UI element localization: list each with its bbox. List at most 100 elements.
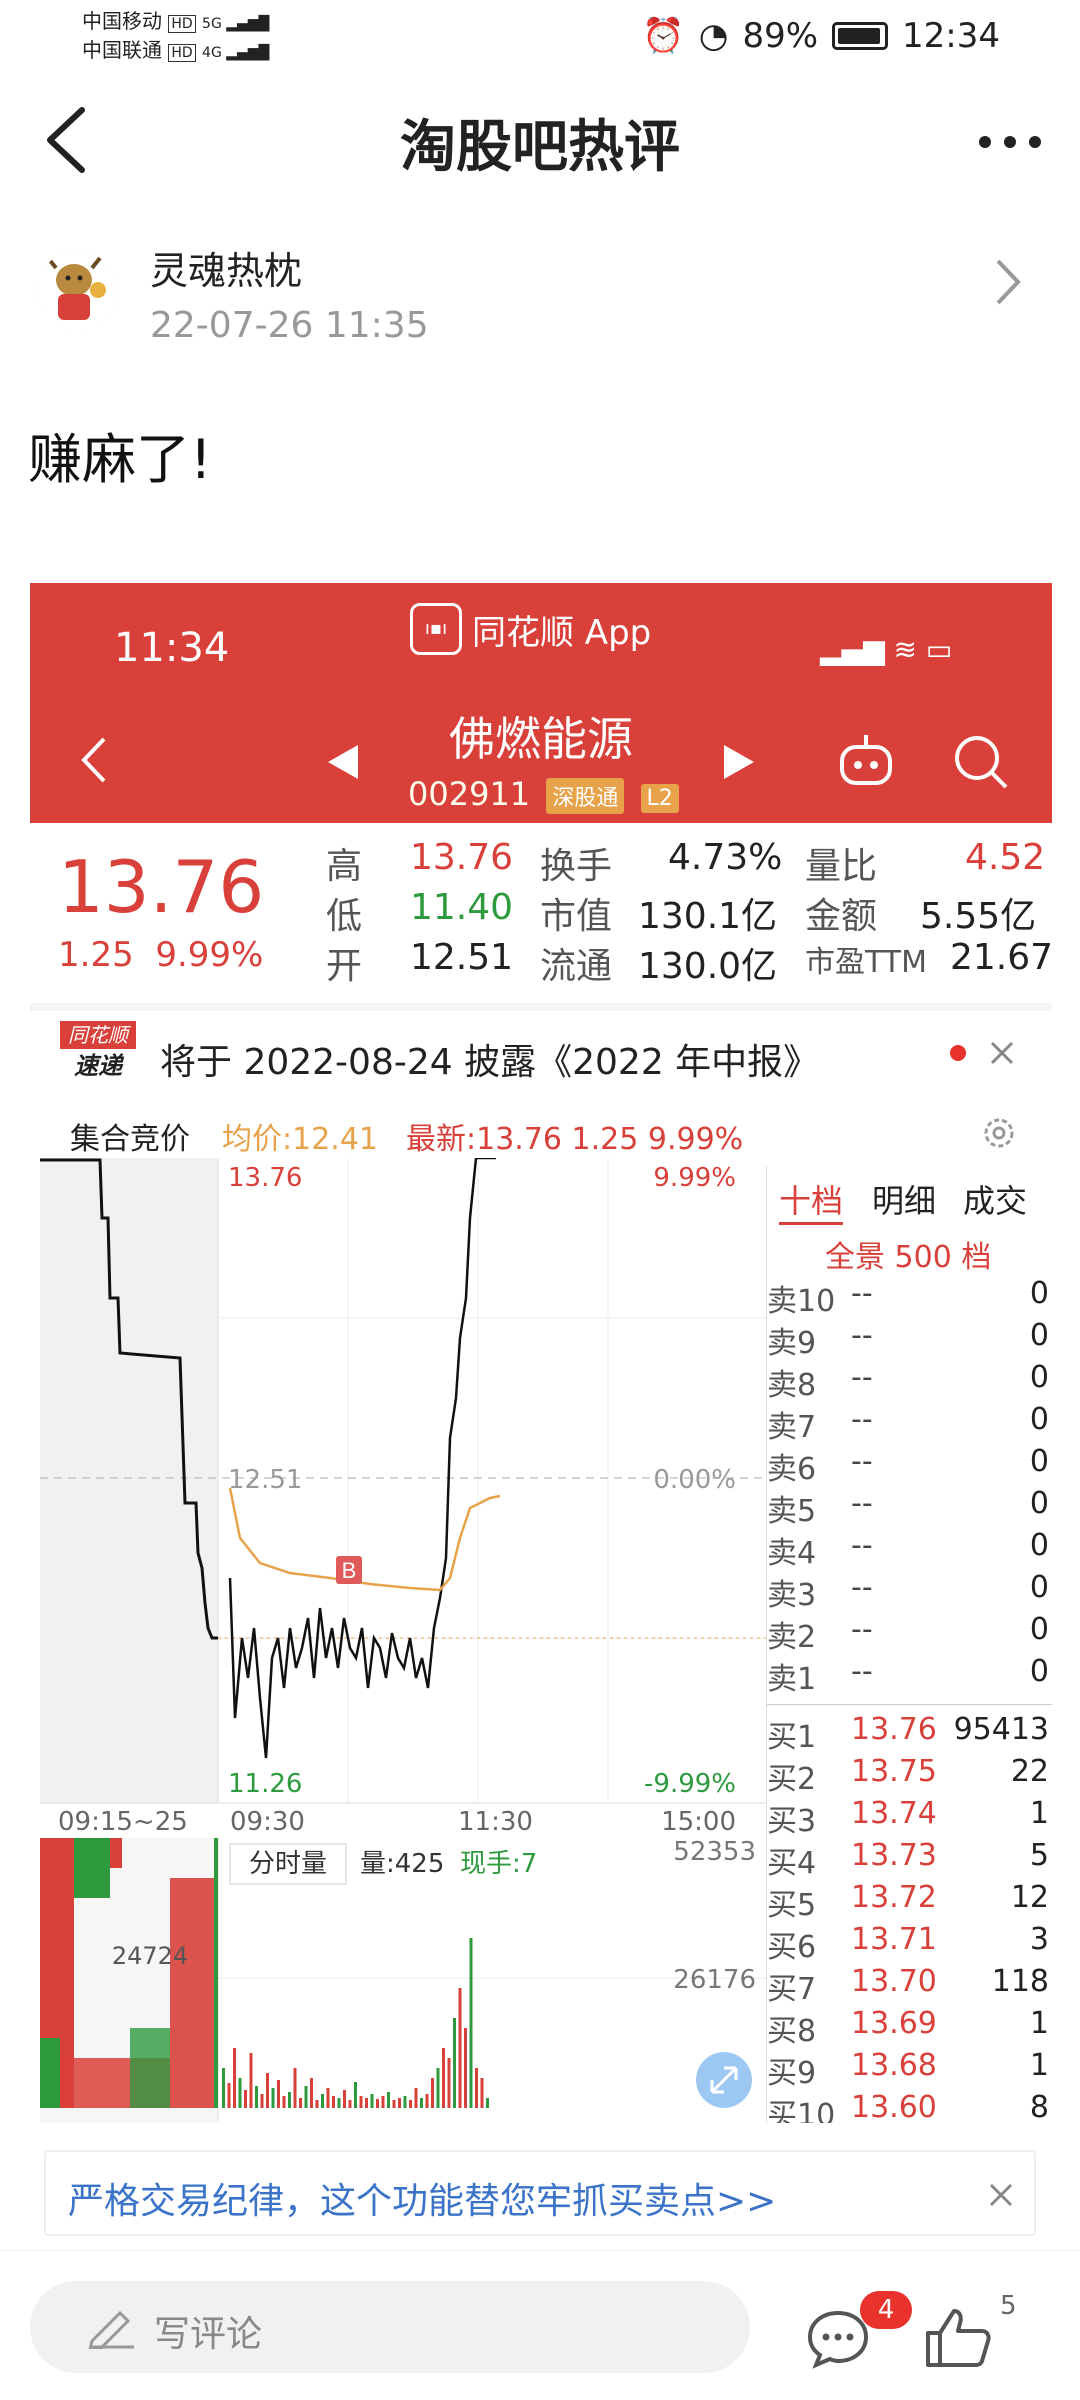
mid-price-label: 12.51 [228, 1465, 302, 1495]
avatar[interactable] [38, 250, 118, 330]
more-icon [979, 136, 1041, 148]
volume-bar [271, 2088, 275, 2108]
bottom-bar: 写评论 4 5 [0, 2250, 1080, 2400]
hand-label: 现手:7 [460, 1849, 537, 1879]
chevron-right-icon[interactable] [992, 255, 1022, 309]
volume-bar [343, 2090, 346, 2108]
volume-bar [365, 2098, 368, 2108]
volume-bar [321, 2094, 324, 2108]
promo-close-icon[interactable] [986, 2180, 1016, 2210]
post-image[interactable]: 11:34 ı▪ı 同花顺 App ▂▄▆ ≋ ▭ 佛燃能源 002911 深股… [30, 583, 1052, 2123]
app-logo-icon: ı▪ı [410, 603, 462, 655]
volume-bar [392, 2100, 396, 2108]
stat-value: 4.52 [965, 837, 1046, 878]
volume-bar [464, 2028, 467, 2108]
volume-bar [425, 2094, 429, 2108]
app-time: 11:34 [114, 625, 230, 671]
volume-bar [244, 2090, 247, 2108]
volume-bar [277, 2080, 280, 2108]
clock: 12:34 [902, 16, 1000, 56]
like-icon[interactable] [924, 2305, 992, 2369]
buy-level-row: 买1 13.76 95413 [767, 1710, 1052, 1755]
tab-trades[interactable]: 成交 [963, 1176, 1027, 1222]
low-pct-label: -9.99% [644, 1769, 736, 1799]
level-volume: 3 [1029, 1922, 1049, 1957]
author-name[interactable]: 灵魂热枕 [150, 240, 302, 295]
volume-bar [381, 2096, 385, 2108]
volume-bar [354, 2082, 357, 2108]
level-volume: 95413 [953, 1712, 1049, 1747]
vol-mid-label: 26176 [673, 1965, 756, 1995]
volume-bar [431, 2078, 434, 2108]
price-change-value: 1.25 [58, 935, 134, 975]
buy-level-row: 买5 13.72 12 [767, 1878, 1052, 1923]
more-button[interactable] [975, 122, 1045, 162]
tab-detail[interactable]: 明细 [872, 1176, 936, 1222]
level-price: 13.70 [851, 1964, 937, 1999]
level-price: 13.73 [851, 1838, 937, 1873]
level-label: 买3 [767, 1804, 817, 1839]
volume-bar [370, 2094, 374, 2108]
volume-bar [238, 2078, 242, 2108]
sell-level-row: 卖3 -- 0 [767, 1568, 1052, 1613]
volume-bar [326, 2088, 330, 2108]
battery-icon [832, 22, 889, 50]
carrier-2: 中国联通 [82, 38, 162, 62]
volume-bar [348, 2100, 352, 2108]
tab-ten-level[interactable]: 十档 [779, 1176, 844, 1225]
sell-level-row: 卖7 -- 0 [767, 1400, 1052, 1445]
buy-level-row: 买2 13.75 22 [767, 1752, 1052, 1797]
level-volume: 0 [1029, 1360, 1049, 1395]
level-label: 买5 [767, 1888, 817, 1923]
last-price: 13.76 [58, 845, 265, 929]
chart-header: 集合竞价 均价:12.41 最新:13.76 1.25 9.99% [30, 1108, 1052, 1158]
badge-l2: L2 [640, 784, 679, 813]
avg-price-label: 均价:12.41 [222, 1122, 378, 1157]
alarm-icon: ⏰ [642, 16, 685, 56]
level-label: 卖5 [767, 1494, 817, 1529]
volume-bar [436, 2068, 440, 2108]
status-bar: 中国移动 HD 5G ▂▄▆█ 中国联通 HD 4G ▂▄▆█ ⏰ ◔ 89% … [0, 0, 1080, 72]
quote-panel: 13.76 1.25 9.99% 高 13.76 换手 4.73% 量比 4.5… [30, 823, 1052, 993]
level-volume: 1 [1029, 1796, 1049, 1831]
order-all-label[interactable]: 全景 500 档 [825, 1232, 991, 1276]
stat-value: 5.55亿 [920, 896, 1037, 937]
level-volume: 1 [1029, 2006, 1049, 2041]
promo-text[interactable]: 严格交易纪律，这个功能替您牢抓买卖点>> [68, 2172, 776, 2224]
buy-level-row: 买10 13.60 8 [767, 2088, 1052, 2123]
volume-bar [486, 2098, 489, 2108]
level-label: 卖10 [767, 1284, 836, 1319]
volume-bar [227, 2083, 231, 2108]
level-price: -- [851, 1360, 873, 1395]
notice-text: 将于 2022-08-24 披露《2022 年中报》 [160, 1042, 820, 1083]
carrier-1: 中国移动 [82, 9, 162, 33]
level-price: -- [851, 1612, 873, 1647]
top-price-label: 13.76 [228, 1163, 302, 1193]
level-volume: 8 [1029, 2090, 1049, 2123]
volume-bar [266, 2073, 269, 2108]
level-price: -- [851, 1528, 873, 1563]
promo-banner[interactable]: 严格交易纪律，这个功能替您牢抓买卖点>> [44, 2150, 1036, 2236]
buy-level-row: 买7 13.70 118 [767, 1962, 1052, 2007]
sell-level-row: 卖5 -- 0 [767, 1484, 1052, 1529]
app-header: 11:34 ı▪ı 同花顺 App ▂▄▆ ≋ ▭ 佛燃能源 002911 深股… [30, 583, 1052, 823]
stat-label: 开 [326, 946, 363, 987]
level-volume: 0 [1029, 1276, 1049, 1311]
auction-volume-label: 24724 [112, 1942, 188, 1970]
volume-bar [398, 2098, 401, 2108]
level-price: 13.72 [851, 1880, 937, 1915]
time-label: 09:15~25 [58, 1807, 188, 1837]
nav-bar: 淘股吧热评 [0, 72, 1080, 202]
order-tabs: 十档 明细 成交 [767, 1166, 1052, 1225]
level-volume: 0 [1029, 1486, 1049, 1521]
level-label: 卖3 [767, 1578, 817, 1613]
price-change: 1.25 9.99% [58, 935, 263, 975]
buy-level-row: 买6 13.71 3 [767, 1920, 1052, 1965]
volume-bar [299, 2098, 302, 2108]
level-price: -- [851, 1276, 873, 1311]
level-volume: 0 [1029, 1654, 1049, 1689]
comment-icon[interactable] [806, 2309, 870, 2369]
comment-input[interactable]: 写评论 [30, 2281, 750, 2373]
stat-label: 市值 [540, 896, 613, 937]
mid-pct-label: 0.00% [653, 1465, 736, 1495]
